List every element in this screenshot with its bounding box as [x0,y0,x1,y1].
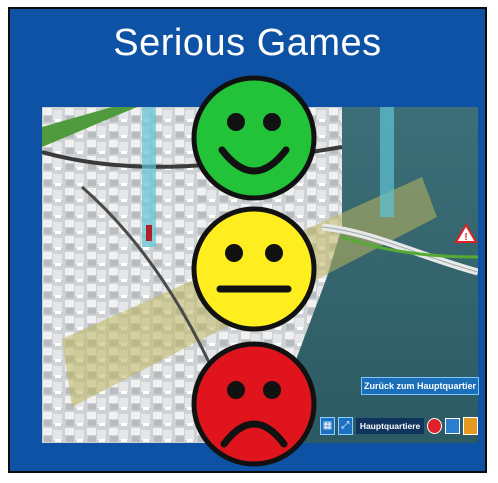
neutral-face-icon [191,206,317,332]
map-grid-icon[interactable]: ▦ [320,417,335,435]
expand-icon[interactable]: ⤢ [337,417,353,435]
tool-icon[interactable] [463,417,478,435]
vehicle-icon[interactable] [445,418,461,434]
slide-title: Serious Games [113,22,382,64]
alarm-icon[interactable] [427,418,443,434]
happy-face-icon [191,75,317,201]
svg-text:!: ! [464,232,467,243]
hud-toolbar: ▦ ⤢ Hauptquartiere [320,413,478,439]
sad-face-icon [191,341,317,467]
back-to-hq-button[interactable]: Zurück zum Hauptquartier [361,377,479,395]
hq-label[interactable]: Hauptquartiere [355,418,425,434]
